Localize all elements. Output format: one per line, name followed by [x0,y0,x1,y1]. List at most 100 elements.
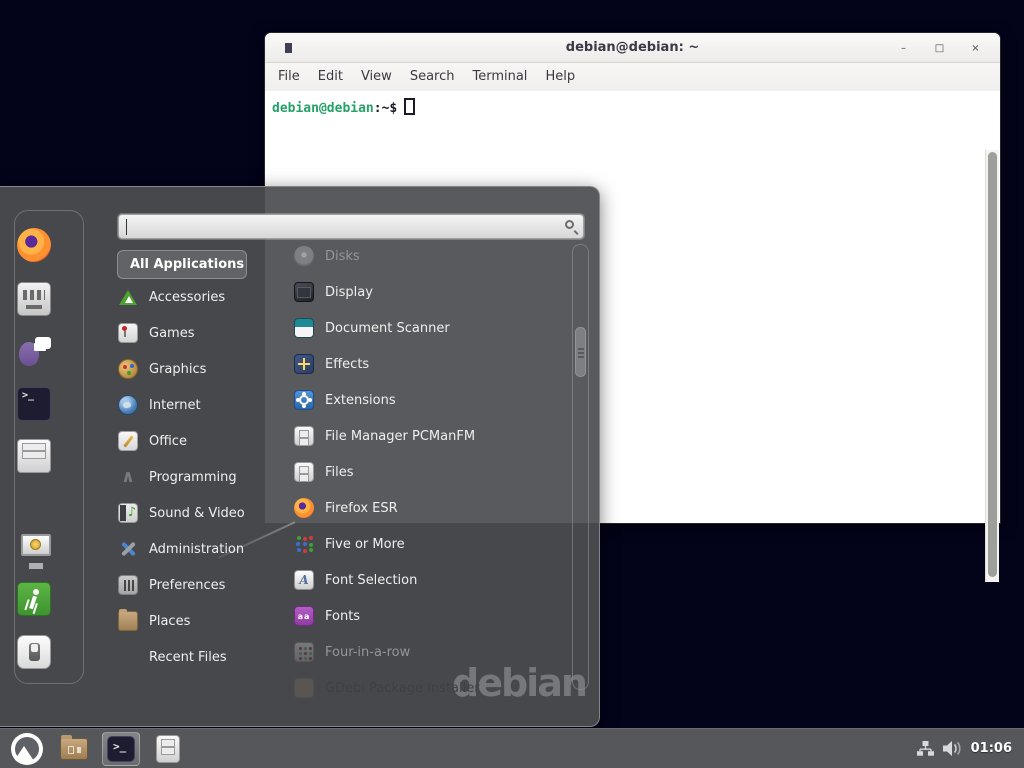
menu-view[interactable]: View [352,63,401,91]
extensions-icon [294,390,314,410]
display-icon [294,282,314,302]
prompt-symbol: :~$ [374,101,397,116]
prompt-user: debian@debian [272,101,374,116]
app-item-document-scanner[interactable]: Document Scanner [288,310,570,346]
app-item-font-selection[interactable]: Font Selection [288,562,570,598]
terminal-title: debian@debian: ~ [265,33,1000,63]
firefox-icon [17,228,51,262]
app-item-fonts[interactable]: Fonts [288,598,570,634]
app-item-file-manager-pcmanfm[interactable]: File Manager PCManFM [288,418,570,454]
category-programming[interactable]: Programming [112,459,284,495]
search-icon [565,220,574,229]
clock[interactable]: 01:06 [971,741,1012,756]
keyboard-icon [17,282,51,316]
network-icon[interactable] [917,741,934,756]
games-icon [118,323,138,343]
category-administration[interactable]: Administration [112,531,284,567]
menu-button[interactable] [8,732,46,766]
log-out-button[interactable] [17,582,51,616]
favorite-terminal[interactable] [17,387,51,421]
file-cabinet-icon [156,735,180,763]
app-item-four-in-a-row[interactable]: Four-in-a-row [288,634,570,670]
programming-icon [118,467,138,487]
menu-scrollbar-thumb[interactable] [575,327,586,377]
applications-menu: debian All Applications Accessories Game… [0,186,600,727]
file-cabinet-icon [17,439,51,473]
favorite-file-manager[interactable] [17,439,51,473]
terminal-scrollbar-thumb[interactable] [988,152,997,577]
menu-terminal[interactable]: Terminal [463,63,536,91]
category-graphics[interactable]: Graphics [112,351,284,387]
window-controls: – □ × [897,33,982,63]
menu-edit[interactable]: Edit [309,63,352,91]
shut-down-icon [17,635,51,669]
terminal-titlebar[interactable]: debian@debian: ~ – □ × [265,33,1000,63]
search-input[interactable] [118,214,584,239]
taskbar-folder-launcher[interactable] [55,732,93,766]
app-item-files[interactable]: Files [288,454,570,490]
favorite-firefox[interactable] [17,228,51,262]
category-internet[interactable]: Internet [112,387,284,423]
terminal-cursor [404,98,415,115]
disks-icon [294,246,314,266]
folder-icon [60,738,88,760]
internet-icon [118,395,138,415]
menu-file[interactable]: File [269,63,309,91]
menu-help[interactable]: Help [536,63,584,91]
accessories-icon [118,287,138,307]
app-item-extensions[interactable]: Extensions [288,382,570,418]
pidgin-icon [17,335,51,369]
font-selection-icon [294,570,314,590]
volume-icon[interactable] [943,741,962,756]
terminal-icon [107,736,135,762]
category-preferences[interactable]: Preferences [112,567,284,603]
favorite-pidgin[interactable] [17,335,51,369]
category-all-applications[interactable]: All Applications [117,250,247,279]
spacer [118,647,138,667]
app-item-disks[interactable]: Disks [288,238,570,274]
app-item-display[interactable]: Display [288,274,570,310]
taskbar: 01:06 [0,728,1024,768]
system-tray: 01:06 [917,741,1016,756]
places-icon [118,611,138,631]
category-accessories[interactable]: Accessories [112,279,284,315]
menu-scrollbar[interactable] [572,244,589,690]
close-button[interactable]: × [969,42,982,55]
app-item-gdebi-package-installer[interactable]: GDebi Package Installer [288,670,570,706]
menu-search[interactable]: Search [401,63,464,91]
office-icon [118,431,138,451]
lock-screen-icon [17,530,51,564]
applications-list: Disks Display Document Scanner Effects E… [288,238,570,706]
gdebi-icon [294,678,314,698]
terminal-icon [17,387,51,421]
four-in-a-row-icon [294,642,314,662]
firefox-icon [294,498,314,518]
app-item-effects[interactable]: Effects [288,346,570,382]
log-out-icon [17,582,51,616]
category-office[interactable]: Office [112,423,284,459]
category-sound-video[interactable]: Sound & Video [112,495,284,531]
category-places[interactable]: Places [112,603,284,639]
maximize-button[interactable]: □ [933,42,946,55]
minimize-button[interactable]: – [897,42,910,55]
taskbar-file-manager-launcher[interactable] [149,732,187,766]
app-item-five-or-more[interactable]: Five or More [288,526,570,562]
effects-icon [294,354,314,374]
administration-icon [118,539,138,559]
terminal-scrollbar[interactable] [985,150,999,582]
app-item-firefox-esr[interactable]: Firefox ESR [288,490,570,526]
terminal-menubar: File Edit View Search Terminal Help [265,63,1000,91]
file-cabinet-icon [294,426,314,446]
file-cabinet-icon [294,462,314,482]
five-or-more-icon [294,534,314,554]
text-caret [126,219,127,235]
category-games[interactable]: Games [112,315,284,351]
favorite-keyboard[interactable] [17,282,51,316]
shut-down-button[interactable] [17,635,51,669]
category-recent-files[interactable]: Recent Files [112,639,284,675]
taskbar-terminal-window[interactable] [102,732,140,766]
preferences-icon [118,575,138,595]
sound-video-icon [118,503,138,523]
lock-screen-button[interactable] [17,530,51,564]
graphics-icon [118,359,138,379]
